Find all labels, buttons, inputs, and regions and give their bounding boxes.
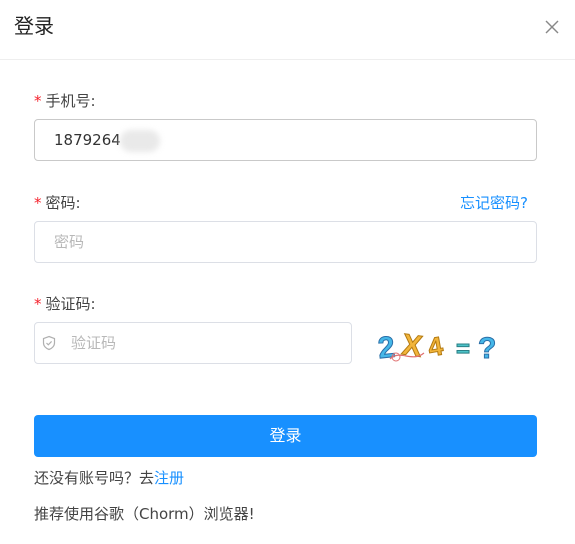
captcha-placeholder: 验证码: [71, 334, 117, 352]
password-input[interactable]: 密码: [34, 221, 537, 263]
dialog-title: 登录: [14, 14, 54, 38]
close-button[interactable]: [544, 19, 560, 35]
required-mark: *: [34, 92, 42, 110]
register-prompt: 还没有账号吗？去注册: [34, 468, 184, 488]
phone-value: 1879264: [54, 131, 121, 149]
redaction-blur: [120, 130, 160, 152]
shield-icon: [42, 335, 56, 351]
phone-input[interactable]: 1879264: [34, 119, 537, 161]
browser-tip: 推荐使用谷歌（Chorm）浏览器!: [34, 505, 255, 523]
forgot-password-link[interactable]: 忘记密码?: [460, 193, 528, 213]
register-prompt-text: 还没有账号吗？去: [34, 469, 155, 487]
phone-label: * 手机号:: [34, 91, 96, 111]
password-label-text: 密码:: [45, 194, 81, 212]
register-link[interactable]: 注册: [154, 469, 184, 487]
captcha-label-text: 验证码:: [45, 295, 96, 313]
dialog-header: 登录: [0, 0, 575, 60]
captcha-label: * 验证码:: [34, 294, 96, 314]
required-mark: *: [34, 295, 42, 313]
captcha-input[interactable]: 验证码: [34, 322, 352, 364]
close-icon: [545, 20, 559, 34]
svg-text:?: ?: [478, 332, 496, 365]
login-dialog: 登录 * 手机号: 1879264 * 密码: 忘记密码? 密码 * 验证码: 验证码: [0, 0, 575, 544]
captcha-image[interactable]: 2 X 4 = ?: [372, 325, 512, 365]
svg-text:=: =: [456, 336, 470, 363]
svg-text:X: X: [400, 328, 424, 363]
required-mark: *: [34, 194, 42, 212]
svg-text:4: 4: [426, 330, 446, 362]
phone-label-text: 手机号:: [45, 92, 96, 110]
password-placeholder: 密码: [54, 233, 85, 251]
login-button[interactable]: 登录: [34, 415, 537, 457]
password-label: * 密码:: [34, 193, 81, 213]
